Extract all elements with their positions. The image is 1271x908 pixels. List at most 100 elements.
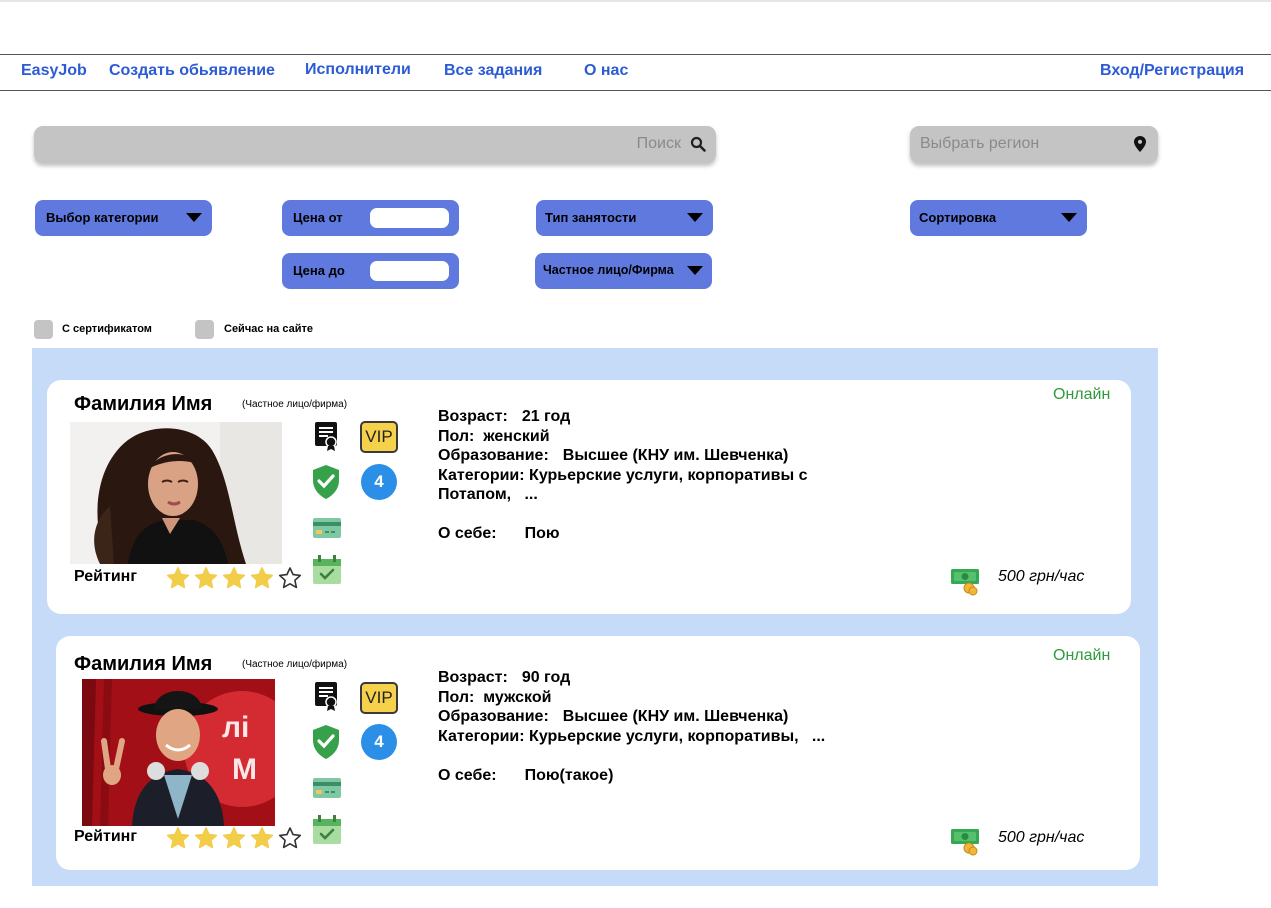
- svg-text:лі: лі: [222, 711, 249, 744]
- performer-card[interactable]: Фамилия Имя (Частное лицо/фирма) Онлайн …: [56, 636, 1140, 870]
- region-placeholder: Выбрать регион: [920, 135, 1040, 152]
- performer-type: (Частное лицо/фирма): [242, 659, 348, 670]
- rating-label: Рейтинг: [74, 828, 138, 845]
- category-label: Выбор категории: [46, 210, 159, 225]
- about-label: О себе:: [438, 525, 497, 542]
- categories-label: Категории:: [438, 727, 525, 745]
- calendar-check-icon: [313, 815, 341, 844]
- price-from-label: Цена от: [293, 210, 343, 225]
- performer-name[interactable]: Фамилия Имя: [74, 393, 212, 416]
- performer-photo[interactable]: [70, 422, 282, 564]
- nav-login-register[interactable]: Вход/Регистрация: [1100, 62, 1244, 80]
- price: 500 грн/час: [998, 568, 1085, 585]
- certificate-icon: [315, 682, 337, 711]
- price-to-label: Цена до: [293, 263, 345, 278]
- chevron-down-icon: [687, 266, 703, 275]
- money-icon: [951, 829, 979, 856]
- payment-card-icon: [313, 778, 341, 798]
- education-label: Образование:: [438, 447, 549, 464]
- performer-card[interactable]: Фамилия Имя (Частное лицо/фирма) Онлайн …: [47, 380, 1131, 614]
- vip-badge: VIP: [360, 421, 398, 453]
- gender-label: Пол:: [438, 427, 475, 445]
- star-filled-icon: [194, 827, 218, 849]
- about-label: О себе:: [438, 766, 497, 784]
- sort-dropdown[interactable]: Сортировка: [910, 200, 1087, 236]
- star-rating: [165, 566, 303, 590]
- categories-value: Курьерские услуги, корпоративы, ...: [529, 727, 826, 745]
- nav-all-tasks[interactable]: Все задания: [444, 62, 542, 80]
- performer-photo[interactable]: лі М: [82, 679, 275, 826]
- vip-badge: VIP: [360, 682, 398, 714]
- performer-type: (Частное лицо/фирма): [242, 399, 348, 410]
- verified-shield-icon: [313, 725, 339, 759]
- certificate-checkbox-label: С сертификатом: [62, 323, 152, 335]
- calendar-check-icon: [313, 555, 341, 584]
- chevron-down-icon: [1061, 213, 1077, 222]
- star-filled-icon: [222, 827, 246, 849]
- performer-name[interactable]: Фамилия Имя: [74, 653, 212, 676]
- gender-value: женский: [483, 427, 550, 445]
- level-badge: 4: [361, 464, 397, 500]
- price-to-input[interactable]: [370, 261, 449, 281]
- employment-type-label: Тип занятости: [545, 210, 637, 225]
- svg-text:М: М: [232, 753, 257, 786]
- region-select[interactable]: Выбрать регион: [910, 126, 1158, 163]
- person-type-dropdown[interactable]: Частное лицо/Фирма: [535, 253, 712, 289]
- categories-value-continued: Потапом, ...: [438, 486, 538, 503]
- search-placeholder: Поиск: [636, 135, 681, 152]
- price-to-filter: Цена до: [282, 253, 459, 289]
- location-pin-icon: [1134, 136, 1146, 152]
- category-dropdown[interactable]: Выбор категории: [35, 200, 212, 236]
- online-now-checkbox[interactable]: [195, 320, 214, 339]
- performer-details: Возраст: 21 год Пол: женский Образование:…: [438, 407, 807, 544]
- star-empty-icon: [278, 567, 302, 589]
- online-status: Онлайн: [1053, 386, 1111, 403]
- price-from-input[interactable]: [370, 208, 449, 228]
- age-label: Возраст:: [438, 669, 508, 686]
- star-filled-icon: [194, 567, 218, 589]
- education-label: Образование:: [438, 708, 549, 725]
- verified-shield-icon: [313, 465, 339, 499]
- star-rating: [165, 826, 303, 850]
- top-navigation: EasyJob Создать обьявление Исполнители В…: [0, 54, 1271, 91]
- categories-value: Курьерские услуги, корпоративы с: [529, 466, 808, 484]
- age-value: 90 год: [521, 669, 571, 686]
- level-badge: 4: [361, 724, 397, 760]
- star-filled-icon: [250, 827, 274, 849]
- online-status: Онлайн: [1053, 647, 1111, 664]
- nav-performers[interactable]: Исполнители: [305, 61, 411, 79]
- about-value: Пою: [524, 525, 560, 542]
- nav-about[interactable]: О нас: [584, 62, 628, 80]
- star-filled-icon: [222, 567, 246, 589]
- gender-value: мужской: [483, 688, 552, 706]
- payment-card-icon: [313, 518, 341, 538]
- performer-details: Возраст: 90 год Пол: мужской Образование:…: [438, 668, 825, 785]
- price-from-filter: Цена от: [282, 200, 459, 236]
- price: 500 грн/час: [998, 829, 1085, 846]
- nav-create-ad[interactable]: Создать обьявление: [109, 62, 275, 80]
- about-value: Пою(такое): [524, 766, 614, 784]
- chevron-down-icon: [687, 213, 703, 222]
- star-filled-icon: [250, 567, 274, 589]
- star-filled-icon: [166, 567, 190, 589]
- categories-label: Категории:: [438, 466, 525, 484]
- money-icon: [951, 569, 979, 596]
- search-input[interactable]: Поиск: [34, 126, 716, 163]
- gender-label: Пол:: [438, 688, 475, 706]
- certificate-checkbox[interactable]: [34, 320, 53, 339]
- education-value: Высшее (КНУ им. Шевченка): [562, 447, 789, 464]
- online-now-checkbox-label: Сейчас на сайте: [224, 323, 313, 335]
- brand-logo-link[interactable]: EasyJob: [21, 62, 87, 80]
- results-panel: Фамилия Имя (Частное лицо/фирма) Онлайн …: [32, 348, 1158, 886]
- education-value: Высшее (КНУ им. Шевченка): [562, 708, 789, 725]
- certificate-icon: [315, 422, 337, 451]
- age-value: 21 год: [521, 408, 571, 425]
- star-filled-icon: [166, 827, 190, 849]
- sort-label: Сортировка: [919, 210, 997, 225]
- top-border: [0, 0, 1271, 2]
- employment-type-dropdown[interactable]: Тип занятости: [536, 200, 713, 236]
- search-icon[interactable]: [690, 136, 706, 152]
- chevron-down-icon: [186, 213, 202, 222]
- star-empty-icon: [278, 827, 302, 849]
- rating-label: Рейтинг: [74, 568, 138, 585]
